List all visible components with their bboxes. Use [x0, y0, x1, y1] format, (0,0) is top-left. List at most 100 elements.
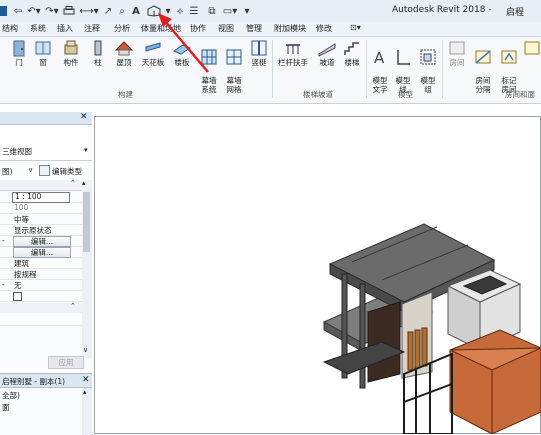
door-button[interactable]: 门: [8, 39, 30, 67]
detail-level-value[interactable]: 中等: [14, 214, 29, 225]
build-group-label: 构建: [118, 90, 133, 99]
tag-room-button[interactable]: 标记 房间: [497, 39, 521, 94]
close-icon[interactable]: ✕: [80, 112, 88, 122]
tab-systems[interactable]: 系统: [30, 23, 46, 34]
room-separator-button[interactable]: 房间 分隔: [471, 39, 495, 94]
redo-icon[interactable]: ↷▾: [44, 4, 60, 18]
ramp-button[interactable]: 坡道: [315, 39, 339, 67]
open-icon[interactable]: ⇦: [12, 4, 24, 18]
window-label: 窗: [39, 58, 47, 67]
chevron-down-icon: ▾: [84, 146, 88, 154]
door-icon: [13, 40, 25, 57]
model-group-label: 模型 组: [420, 76, 436, 94]
ramp-icon: [318, 43, 336, 57]
view-selector[interactable]: 图): [2, 166, 12, 177]
property-row: 100: [0, 203, 82, 214]
properties-scrollbar[interactable]: ∨: [82, 190, 92, 358]
scroll-down-icon[interactable]: ∨: [83, 346, 88, 354]
tag-icon[interactable]: ⌕: [116, 4, 128, 18]
row-indicator: -: [2, 280, 5, 289]
tab-modify[interactable]: 修改: [316, 23, 332, 34]
color-scheme-value[interactable]: 无: [14, 280, 22, 291]
tab-view[interactable]: 视图: [218, 23, 234, 34]
panel-toggle-icon[interactable]: ⊡▾: [350, 23, 361, 32]
title-bar: ⇦ ↶▾ ↷▾ ⟷▾ ↗ ⌕ A ▾ ⟡ ☰ ⧉ ▭▾ ▾ Autodesk R…: [0, 0, 541, 23]
default-analysis-checkbox[interactable]: [13, 292, 22, 301]
property-row: 编辑...: [0, 247, 82, 258]
property-row: 建筑: [0, 258, 82, 269]
stair-label: 楼梯: [344, 58, 360, 67]
project-browser-header: 启程别墅 - 副本(1) ✕: [0, 374, 92, 388]
stair-icon: [344, 42, 359, 55]
room-separator-icon: [475, 50, 491, 64]
tab-analyze[interactable]: 分析: [114, 23, 130, 34]
properties-header: ✕: [0, 112, 92, 125]
ribbon-separator: [272, 40, 273, 98]
room-button[interactable]: 房间: [446, 39, 468, 67]
room-separator-label: 房间 分隔: [475, 76, 491, 94]
tab-structure[interactable]: 结构: [2, 23, 18, 34]
column-icon: [94, 40, 102, 56]
scroll-up-icon[interactable]: ▴: [83, 388, 87, 396]
scroll-up-icon[interactable]: ▴: [82, 179, 86, 187]
row-indicator: -: [2, 236, 5, 245]
column-button[interactable]: 柱: [88, 39, 108, 67]
drawing-area[interactable]: [92, 112, 541, 434]
document-title: 启程: [506, 8, 525, 18]
tab-annotate[interactable]: 注释: [84, 23, 100, 34]
model-text-button[interactable]: A 模型 文字: [369, 39, 391, 94]
tab-insert[interactable]: 插入: [57, 23, 73, 34]
ribbon-tab-bar: 结构 系统 插入 注释 分析 体量和场地 协作 视图 管理 附加模块 修改 ⊡▾: [0, 22, 541, 37]
mullion-button[interactable]: 竖梃: [248, 39, 270, 67]
roof-label: 屋顶: [116, 58, 132, 67]
apply-button[interactable]: 应用: [48, 356, 84, 369]
model-line-button[interactable]: 模型 线: [393, 39, 413, 94]
model-group-button[interactable]: 模型 组: [416, 39, 440, 94]
measure-icon[interactable]: ⟷▾: [79, 4, 98, 18]
mullion-icon: [251, 40, 267, 56]
window-button[interactable]: 窗: [32, 39, 54, 67]
close-icon[interactable]: ✕: [82, 375, 90, 385]
visibility-edit-button[interactable]: 编辑...: [13, 236, 71, 247]
switch-windows-icon[interactable]: ▭▾: [220, 4, 240, 18]
scrollbar-thumb[interactable]: [83, 192, 90, 252]
chevron-down-icon[interactable]: ∨: [28, 166, 33, 174]
collapse-icon[interactable]: ⌃: [70, 302, 76, 310]
red-arrow-annotation: [158, 13, 209, 73]
property-row: [0, 315, 82, 326]
collapse-icon[interactable]: ⌃: [70, 179, 76, 187]
browser-scrollbar[interactable]: ▴: [82, 388, 92, 435]
dimension-icon[interactable]: ↗: [102, 4, 114, 18]
railing-button[interactable]: 栏杆扶手: [276, 39, 310, 67]
print-icon[interactable]: [62, 4, 76, 18]
edit-type-icon[interactable]: [39, 165, 50, 176]
properties-section-header: ⌃: [0, 302, 82, 313]
tab-add-ins[interactable]: 附加模块: [274, 23, 306, 34]
undo-icon[interactable]: ↶▾: [26, 4, 42, 18]
railing-label: 栏杆扶手: [278, 58, 308, 67]
area-icon: [524, 41, 540, 55]
graphic-display-edit-button[interactable]: 编辑...: [13, 247, 71, 258]
browser-tree-item[interactable]: 全部): [2, 390, 20, 401]
tab-manage[interactable]: 管理: [246, 23, 262, 34]
browser-tree-item[interactable]: 面: [2, 402, 10, 413]
3d-villa-model[interactable]: [92, 112, 541, 434]
stair-button[interactable]: 楼梯: [340, 39, 364, 67]
roof-button[interactable]: 屋顶: [112, 39, 136, 67]
curtain-grid-label: 幕墙 网格: [226, 76, 242, 94]
edit-type-button[interactable]: 编辑类型: [52, 166, 82, 177]
discipline-value[interactable]: 建筑: [14, 258, 29, 269]
text-icon[interactable]: A: [130, 4, 142, 18]
type-selector[interactable]: 三维视图 ▾: [0, 126, 92, 161]
project-browser: 启程别墅 - 副本(1) ✕ 全部) 面 ▴: [0, 373, 93, 435]
revit-logo-icon[interactable]: [0, 4, 8, 18]
property-row: [0, 291, 82, 302]
show-hidden-lines-value[interactable]: 按规程: [14, 269, 37, 280]
property-row: 按规程: [0, 269, 82, 280]
parts-visibility-value[interactable]: 显示原状态: [14, 225, 52, 236]
customize-icon[interactable]: ▾: [242, 4, 252, 18]
ribbon-separator: [442, 40, 443, 98]
component-button[interactable]: 构件: [58, 39, 84, 67]
area-button[interactable]: [523, 39, 541, 58]
curtain-grid-button[interactable]: 幕墙 网格: [222, 39, 246, 94]
